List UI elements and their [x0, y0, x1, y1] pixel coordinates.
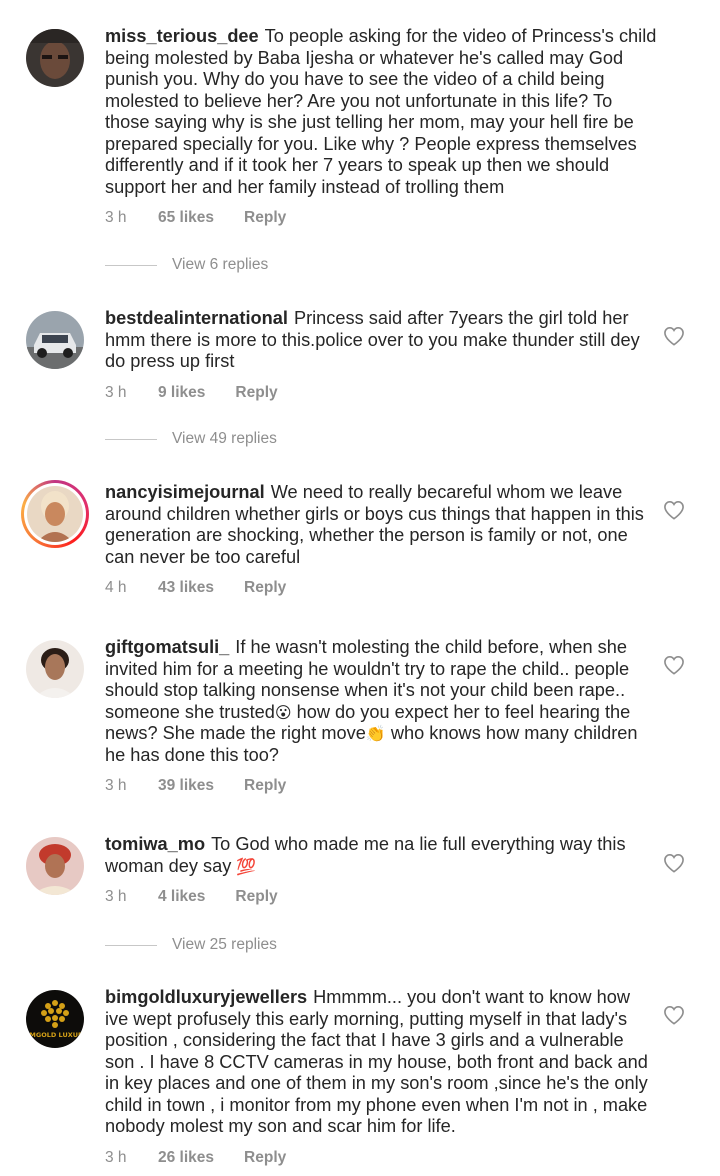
divider-line: [105, 438, 157, 440]
avatar[interactable]: [26, 311, 84, 369]
comment-time: 3 h: [105, 383, 127, 401]
avatar[interactable]: [21, 480, 89, 548]
comment-time: 3 h: [105, 209, 127, 226]
likes-count[interactable]: 4 likes: [158, 888, 205, 906]
clapping-hands-emoji: 👏: [365, 726, 386, 743]
comment-time: 4 h: [105, 579, 127, 596]
likes-count[interactable]: 65 likes: [158, 209, 214, 227]
view-replies-label: View 25 replies: [172, 936, 277, 953]
reply-button[interactable]: Reply: [244, 777, 286, 795]
view-replies-button[interactable]: View 49 replies: [105, 430, 277, 448]
reply-button[interactable]: Reply: [244, 209, 286, 227]
heart-outline-icon[interactable]: [663, 655, 685, 675]
comment-time: 3 h: [105, 777, 127, 794]
reply-button[interactable]: Reply: [235, 384, 277, 402]
comment-username[interactable]: bestdealinternational: [105, 308, 288, 328]
avatar[interactable]: [26, 29, 84, 87]
avatar[interactable]: [26, 640, 84, 698]
astonished-face-emoji: 😮: [274, 704, 292, 722]
comment-username[interactable]: giftgomatsuli_: [105, 637, 229, 657]
comment-text: Hmmmm... you don't want to know how ive …: [105, 987, 648, 1136]
reply-button[interactable]: Reply: [244, 1149, 286, 1167]
likes-count[interactable]: 9 likes: [158, 384, 205, 402]
comment-username[interactable]: nancyisimejournal: [105, 482, 265, 502]
hundred-points-emoji: 💯: [236, 858, 257, 876]
comment-username[interactable]: tomiwa_mo: [105, 834, 205, 854]
avatar[interactable]: IMGOLD LUXUR: [26, 990, 84, 1048]
heart-outline-icon[interactable]: [663, 326, 685, 346]
avatar-logo-text: IMGOLD LUXUR: [27, 1031, 83, 1039]
comment-time: 3 h: [105, 1148, 127, 1166]
divider-line: [105, 944, 157, 946]
reply-button[interactable]: Reply: [235, 888, 277, 906]
likes-count[interactable]: 26 likes: [158, 1149, 214, 1167]
reply-button[interactable]: Reply: [244, 579, 286, 597]
heart-outline-icon[interactable]: [663, 500, 685, 520]
divider-line: [105, 264, 157, 266]
view-replies-label: View 49 replies: [172, 430, 277, 447]
view-replies-button[interactable]: View 6 replies: [105, 256, 268, 274]
avatar[interactable]: [26, 837, 84, 895]
heart-outline-icon[interactable]: [663, 853, 685, 873]
view-replies-button[interactable]: View 25 replies: [105, 936, 277, 954]
comment-text: To people asking for the video of Prince…: [105, 26, 657, 197]
comment-time: 3 h: [105, 888, 127, 905]
view-replies-label: View 6 replies: [172, 256, 269, 273]
comment-username[interactable]: bimgoldluxuryjewellers: [105, 987, 307, 1007]
likes-count[interactable]: 43 likes: [158, 579, 214, 597]
likes-count[interactable]: 39 likes: [158, 777, 214, 795]
comment-username[interactable]: miss_terious_dee: [105, 26, 259, 46]
heart-outline-icon[interactable]: [663, 1005, 685, 1025]
